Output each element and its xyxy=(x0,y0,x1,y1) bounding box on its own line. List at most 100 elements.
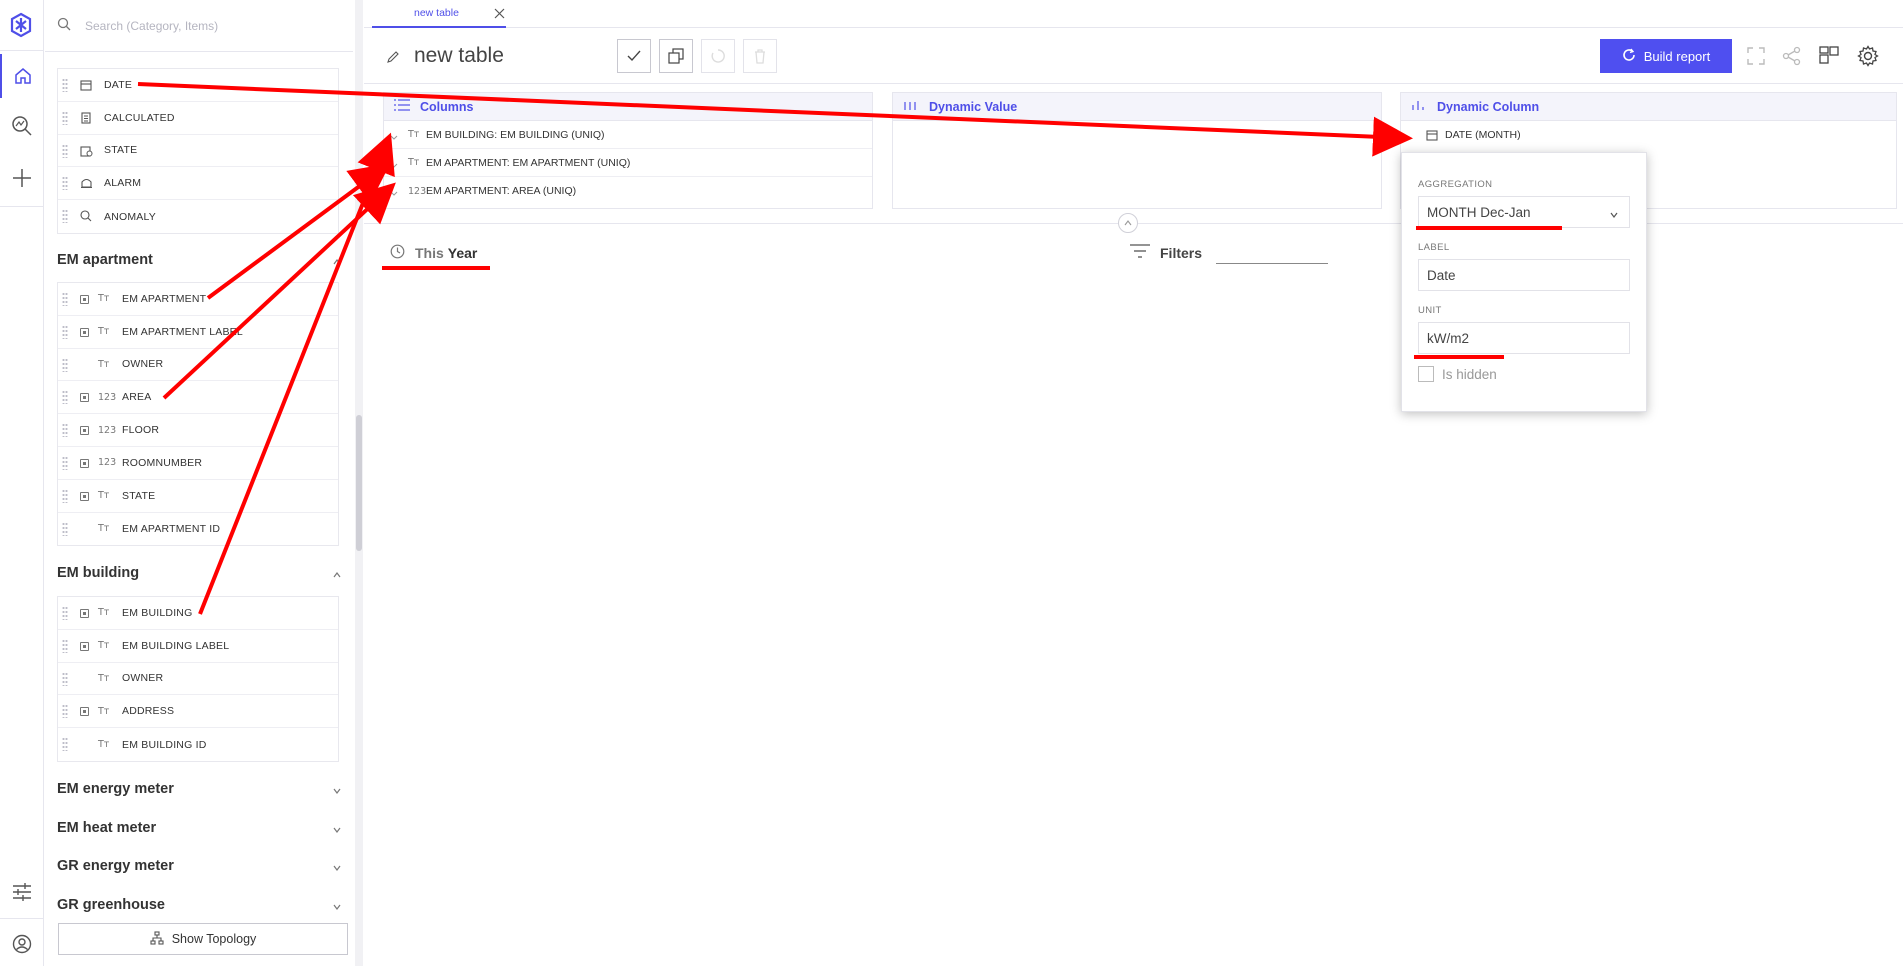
build-report-label: Build report xyxy=(1643,48,1711,64)
list-item[interactable]: Tт EM APARTMENT xyxy=(58,283,338,316)
list-item[interactable]: 123 ROOMNUMBER xyxy=(58,447,338,480)
drag-handle-icon[interactable] xyxy=(62,110,68,125)
list-item[interactable]: Tт OWNER xyxy=(58,349,338,382)
drag-handle-icon[interactable] xyxy=(62,209,68,224)
page-title[interactable]: new table xyxy=(414,44,504,68)
drag-handle-icon[interactable] xyxy=(62,521,68,536)
group-title-em-apartment[interactable]: EM apartment xyxy=(57,252,153,268)
edit-pencil-icon[interactable] xyxy=(386,50,400,67)
drag-handle-icon[interactable] xyxy=(62,423,68,438)
drag-handle-icon[interactable] xyxy=(62,143,68,158)
widgets-icon[interactable] xyxy=(1815,42,1843,70)
explore-icon[interactable] xyxy=(0,104,44,148)
chevron-down-icon[interactable] xyxy=(332,862,342,872)
type-icon: Tт xyxy=(408,129,420,140)
drag-handle-icon[interactable] xyxy=(62,390,68,405)
add-icon[interactable] xyxy=(0,156,44,200)
list-item[interactable]: Tт EM APARTMENT LABEL xyxy=(58,316,338,349)
list-item[interactable]: Tт STATE xyxy=(58,480,338,513)
chevron-up-icon[interactable] xyxy=(332,569,342,579)
chevron-down-icon[interactable] xyxy=(390,130,398,144)
checkbox-box[interactable] xyxy=(1418,366,1434,382)
list-item[interactable]: ANOMALY xyxy=(58,200,338,233)
field-checkbox[interactable] xyxy=(80,393,89,403)
list-item[interactable]: 123 FLOOR xyxy=(58,414,338,447)
list-item[interactable]: Tт EM APARTMENT ID xyxy=(58,513,338,546)
column-row[interactable]: 123 EM APARTMENT: AREA (UNIQ) xyxy=(384,177,872,205)
list-item[interactable]: Tт OWNER xyxy=(58,663,338,696)
list-item[interactable]: Tт ADDRESS xyxy=(58,695,338,729)
drag-handle-icon[interactable] xyxy=(62,176,68,191)
chevron-down-icon[interactable] xyxy=(332,901,342,911)
group-title-gr-greenhouse[interactable]: GR greenhouse xyxy=(57,897,165,913)
aggregation-select[interactable]: MONTH Dec-Jan xyxy=(1418,196,1630,228)
list-item[interactable]: DATE xyxy=(58,69,338,102)
delete-button[interactable] xyxy=(743,39,777,73)
group-title-em-heat-meter[interactable]: EM heat meter xyxy=(57,820,156,836)
list-item[interactable]: Tт EM BUILDING LABEL xyxy=(58,630,338,663)
gear-icon[interactable] xyxy=(1854,42,1882,70)
drag-handle-icon[interactable] xyxy=(62,357,68,372)
field-checkbox[interactable] xyxy=(80,295,89,304)
column-row[interactable]: Tт EM BUILDING: EM BUILDING (UNIQ) xyxy=(384,121,872,149)
field-checkbox[interactable] xyxy=(80,458,89,468)
field-checkbox[interactable] xyxy=(80,609,89,618)
fullscreen-icon[interactable] xyxy=(1742,42,1770,70)
chevron-down-icon[interactable] xyxy=(390,158,398,172)
label-input[interactable]: Date xyxy=(1418,259,1630,291)
field-checkbox[interactable] xyxy=(80,707,89,717)
list-item[interactable]: 123 AREA xyxy=(58,381,338,415)
drag-handle-icon[interactable] xyxy=(62,78,68,92)
field-checkbox[interactable] xyxy=(80,426,89,436)
search-input[interactable] xyxy=(85,18,325,33)
list-item[interactable]: STATE xyxy=(58,135,338,168)
user-icon[interactable] xyxy=(0,922,44,966)
field-checkbox[interactable] xyxy=(80,327,89,337)
column-row[interactable]: Tт EM APARTMENT: EM APARTMENT (UNIQ) xyxy=(384,149,872,177)
dynamic-column-row[interactable]: DATE (MONTH) xyxy=(1401,121,1896,149)
field-checkbox[interactable] xyxy=(80,491,89,501)
time-range-selector[interactable]: This Year xyxy=(390,244,477,262)
chevron-down-icon[interactable] xyxy=(332,824,342,834)
list-item[interactable]: ALARM xyxy=(58,167,338,201)
home-icon[interactable] xyxy=(0,54,44,98)
duplicate-button[interactable] xyxy=(659,39,693,73)
search-icon xyxy=(57,17,71,34)
drag-handle-icon[interactable] xyxy=(62,292,68,306)
tab-new-table[interactable]: new table xyxy=(372,0,506,28)
drag-handle-icon[interactable] xyxy=(62,671,68,686)
group-title-em-energy-meter[interactable]: EM energy meter xyxy=(57,781,174,797)
collapse-panels-button[interactable] xyxy=(1118,213,1138,233)
drag-handle-icon[interactable] xyxy=(62,455,68,470)
drag-handle-icon[interactable] xyxy=(62,704,68,719)
show-topology-button[interactable]: Show Topology xyxy=(58,923,348,955)
reset-button[interactable] xyxy=(701,39,735,73)
app-logo-icon[interactable] xyxy=(8,12,34,38)
save-check-button[interactable] xyxy=(617,39,651,73)
settings-sliders-icon[interactable] xyxy=(0,870,44,914)
is-hidden-checkbox[interactable]: Is hidden xyxy=(1418,366,1497,382)
sidebar-scroll-thumb[interactable] xyxy=(356,415,362,551)
unit-input[interactable]: kW/m2 xyxy=(1418,322,1630,354)
chevron-down-icon[interactable] xyxy=(332,785,342,795)
chevron-up-icon[interactable] xyxy=(332,256,342,266)
chevron-down-icon[interactable] xyxy=(390,186,398,200)
filters-toggle[interactable]: Filters xyxy=(1130,243,1328,264)
build-report-button[interactable]: Build report xyxy=(1600,39,1732,73)
drag-handle-icon[interactable] xyxy=(62,324,68,339)
drag-handle-icon[interactable] xyxy=(62,606,68,620)
list-item[interactable]: Tт EM BUILDING xyxy=(58,597,338,630)
group-title-em-building[interactable]: EM building xyxy=(57,565,139,581)
field-checkbox[interactable] xyxy=(80,641,89,651)
share-icon[interactable] xyxy=(1778,42,1806,70)
topology-icon xyxy=(150,930,164,948)
dynamic-value-panel[interactable]: Dynamic Value xyxy=(892,92,1382,209)
list-item[interactable]: CALCULATED xyxy=(58,102,338,135)
drag-handle-icon[interactable] xyxy=(62,488,68,503)
refresh-icon xyxy=(1622,48,1636,65)
close-icon[interactable] xyxy=(494,8,505,22)
drag-handle-icon[interactable] xyxy=(62,638,68,653)
group-title-gr-energy-meter[interactable]: GR energy meter xyxy=(57,858,174,874)
drag-handle-icon[interactable] xyxy=(62,737,68,752)
list-item[interactable]: Tт EM BUILDING ID xyxy=(58,728,338,761)
